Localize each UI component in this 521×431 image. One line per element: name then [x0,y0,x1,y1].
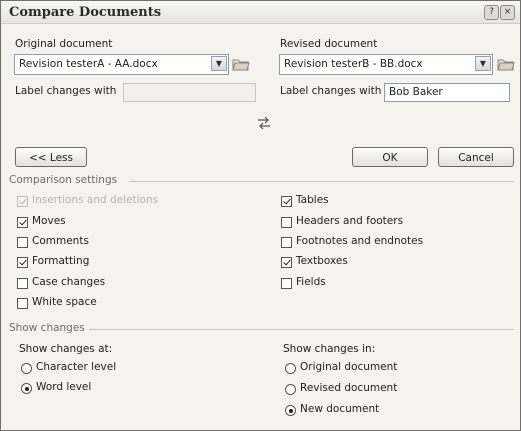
chevron-down-icon[interactable]: ▼ [475,56,491,71]
radio-label: Word level [36,381,92,393]
checkbox-label: Footnotes and endnotes [296,235,424,247]
revised-document-heading: Revised document [280,38,378,50]
title-bar: Compare Documents ? × [1,1,520,24]
comments-checkbox[interactable] [17,237,28,248]
original-document-select[interactable]: Revision testerA - AA.docx ▼ [14,54,229,75]
close-icon[interactable]: × [500,5,515,20]
chevron-down-icon[interactable]: ▼ [211,56,227,71]
checkbox-label: Moves [32,215,66,227]
ok-button[interactable]: OK [352,147,428,167]
original-document-value: Revision testerA - AA.docx [19,58,158,70]
radio-label: Revised document [300,382,398,394]
open-folder-icon[interactable] [232,56,250,72]
revised-document-value: Revision testerB - BB.docx [284,58,423,70]
checkbox-label: Textboxes [296,255,348,267]
show-changes-heading: Show changes [9,322,85,334]
swap-documents-icon[interactable] [256,116,272,130]
checkbox-label: Formatting [32,255,90,267]
tables-checkbox[interactable] [281,196,292,207]
radio-label: Original document [300,361,398,373]
revised-label-changes-value: Bob Baker [389,86,443,98]
formatting-checkbox[interactable] [17,257,28,268]
comparison-settings-heading: Comparison settings [9,174,118,186]
checkbox-label: Fields [296,276,326,288]
checkbox-label: Headers and footers [296,215,404,227]
less-button[interactable]: << Less [15,147,87,167]
word-level-radio[interactable] [21,383,32,394]
original-document-radio[interactable] [285,363,296,374]
white-space-checkbox[interactable] [17,298,28,309]
new-document-radio[interactable] [285,405,296,416]
checkbox-label: White space [32,296,97,308]
checkbox-label: Comments [32,235,89,247]
original-document-heading: Original document [15,38,113,50]
headers-footers-checkbox[interactable] [281,217,292,228]
dialog-title: Compare Documents [9,5,162,20]
insertions-deletions-checkbox [17,196,28,207]
revised-document-radio[interactable] [285,384,296,395]
case-changes-checkbox[interactable] [17,278,28,289]
revised-document-select[interactable]: Revision testerB - BB.docx ▼ [279,54,493,75]
radio-label: New document [300,403,380,415]
fields-checkbox[interactable] [281,278,292,289]
checkbox-label: Tables [296,194,329,206]
radio-label: Character level [36,361,117,373]
original-label-changes-field[interactable] [123,83,256,102]
moves-checkbox[interactable] [17,217,28,228]
checkbox-label: Insertions and deletions [32,194,159,206]
cancel-button[interactable]: Cancel [438,147,514,167]
section-divider [129,181,514,182]
original-label-changes-caption: Label changes with [15,85,117,97]
revised-label-changes-caption: Label changes with [280,85,382,97]
revised-label-changes-field[interactable]: Bob Baker [384,83,510,102]
footnotes-endnotes-checkbox[interactable] [281,237,292,248]
textboxes-checkbox[interactable] [281,257,292,268]
section-divider [89,329,514,330]
open-folder-icon[interactable] [497,56,515,72]
compare-documents-dialog: Compare Documents ? × Original document … [0,0,521,431]
help-icon[interactable]: ? [484,5,499,20]
character-level-radio[interactable] [21,363,32,374]
checkbox-label: Case changes [32,276,106,288]
show-changes-in-caption: Show changes in: [283,343,376,355]
show-changes-at-caption: Show changes at: [19,343,113,355]
